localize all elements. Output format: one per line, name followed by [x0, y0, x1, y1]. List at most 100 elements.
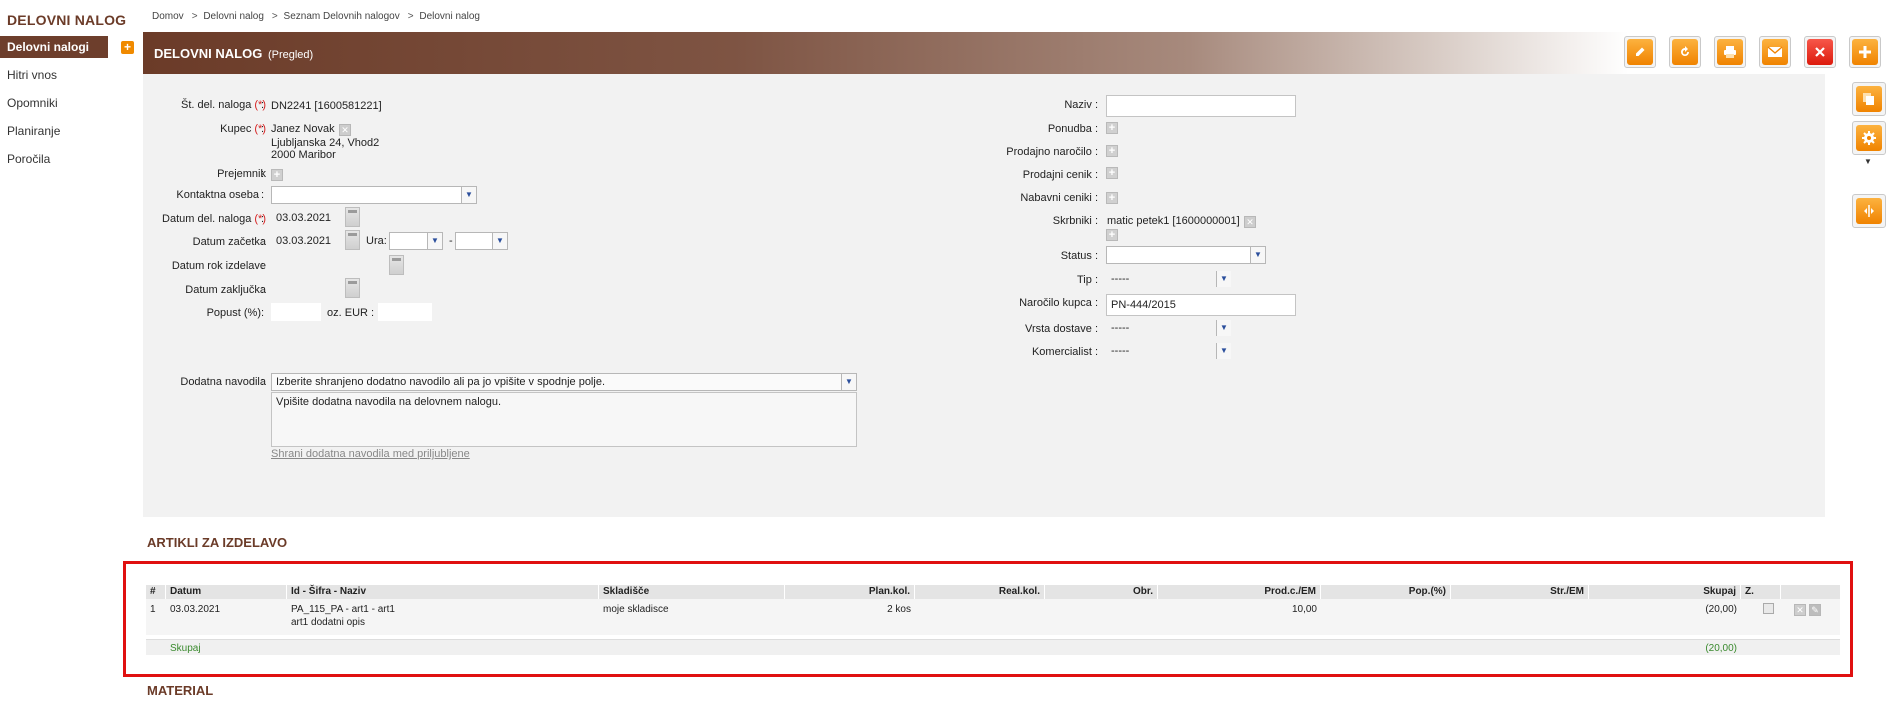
popust-input[interactable]	[271, 303, 321, 321]
refresh-icon	[1672, 39, 1698, 65]
col-header-skupaj[interactable]: Skupaj	[1589, 585, 1741, 599]
navodila-textarea[interactable]: Vpišite dodatna navodila na delovnem nal…	[271, 392, 857, 447]
navodila-select[interactable]: Izberite shranjeno dodatno navodilo ali …	[271, 373, 857, 391]
zakljucek-input[interactable]	[271, 280, 345, 298]
naziv-input[interactable]	[1106, 95, 1296, 117]
komercialist-label: Komercialist :	[1031, 346, 1098, 358]
ura-from-select[interactable]: ▼	[389, 232, 443, 250]
copy-button[interactable]	[1852, 82, 1886, 116]
dostava-label: Vrsta dostave :	[1025, 323, 1098, 335]
sidebar-item-hitri-vnos[interactable]: Hitri vnos	[0, 64, 108, 86]
add-nabavni-icon[interactable]: +	[1106, 192, 1118, 204]
add-skrbnik-icon[interactable]: +	[1106, 229, 1118, 241]
close-button[interactable]	[1804, 36, 1836, 68]
col-header-plan-kol[interactable]: Plan.kol.	[785, 585, 915, 599]
remove-skrbnik-icon[interactable]: ✕	[1244, 216, 1256, 228]
add-prejemnik-icon[interactable]: +	[271, 169, 283, 181]
add-prodajno-icon[interactable]: +	[1106, 145, 1118, 157]
datum-colon: :	[261, 213, 265, 225]
kontaktna-select[interactable]: ▼	[271, 186, 477, 204]
close-icon	[1807, 39, 1833, 65]
zacetek-colon: :	[261, 236, 265, 248]
col-header-naziv[interactable]: Id - Šifra - Naziv	[287, 585, 599, 599]
status-select[interactable]: ▼	[1106, 246, 1266, 264]
prodajni-cenik-label: Prodajni cenik :	[1022, 169, 1098, 181]
save-favorites-link[interactable]: Shrani dodatna navodila med priljubljene	[271, 448, 470, 460]
calendar-icon[interactable]	[345, 207, 360, 227]
split-icon	[1856, 198, 1882, 224]
edit-icon	[1627, 39, 1653, 65]
add-button[interactable]	[1849, 36, 1881, 68]
refresh-button[interactable]	[1669, 36, 1701, 68]
sidebar-item-planiranje[interactable]: Planiranje	[0, 120, 108, 142]
material-section-title: MATERIAL	[147, 683, 214, 698]
sidebar-item-porocila[interactable]: Poročila	[0, 148, 108, 170]
col-header-datum[interactable]: Datum	[166, 585, 287, 599]
col-header-prod-c[interactable]: Prod.c./EM	[1158, 585, 1321, 599]
dostava-select[interactable]: ----- ▼	[1106, 319, 1232, 337]
prejemnik-label: Prejemnik	[217, 168, 266, 180]
oz-input[interactable]	[378, 303, 432, 321]
row-datum: 03.03.2021	[170, 604, 221, 615]
settings-button[interactable]	[1852, 121, 1886, 155]
print-icon	[1717, 39, 1743, 65]
col-header-num[interactable]: #	[146, 585, 166, 599]
total-label: Skupaj	[170, 643, 201, 654]
delete-row-icon[interactable]: ✕	[1794, 604, 1806, 616]
chevron-down-icon: ▼	[1216, 343, 1231, 359]
calendar-icon[interactable]	[389, 255, 404, 275]
col-header-skladisce[interactable]: Skladišče	[599, 585, 785, 599]
page-title: DELOVNI NALOG (Pregled)	[154, 46, 314, 61]
zacetek-input[interactable]	[271, 232, 345, 250]
breadcrumb-item[interactable]: Seznam Delovnih nalogov	[284, 11, 400, 22]
col-header-pop[interactable]: Pop.(%)	[1321, 585, 1451, 599]
row-z-checkbox[interactable]	[1763, 603, 1774, 614]
oz-label: oz. EUR :	[327, 307, 375, 319]
breadcrumb-item[interactable]: Delovni nalog	[203, 11, 264, 22]
chevron-down-icon: ▼	[1216, 320, 1231, 336]
zacetek-label: Datum začetka	[192, 236, 266, 248]
calendar-icon[interactable]	[345, 278, 360, 298]
komercialist-select[interactable]: ----- ▼	[1106, 342, 1232, 360]
sidebar-title: DELOVNI NALOG	[7, 12, 127, 28]
row-naziv: PA_115_PA - art1 - art1	[291, 604, 395, 615]
tip-select[interactable]: ----- ▼	[1106, 270, 1232, 288]
col-header-str[interactable]: Str./EM	[1451, 585, 1589, 599]
rok-label: Datum rok izdelave	[171, 260, 266, 272]
remove-kupec-icon[interactable]: ✕	[339, 124, 351, 136]
add-ponudba-icon[interactable]: +	[1106, 122, 1118, 134]
col-header-real-kol[interactable]: Real.kol.	[915, 585, 1045, 599]
copy-icon	[1856, 86, 1882, 112]
kontaktna-label: Kontaktna oseba	[176, 189, 259, 201]
print-button[interactable]	[1714, 36, 1746, 68]
chevron-down-icon: ▼	[841, 374, 856, 390]
rok-input[interactable]	[271, 257, 389, 275]
edit-row-icon[interactable]: ✎	[1809, 604, 1821, 616]
calendar-icon[interactable]	[345, 230, 360, 250]
total-value: (20,00)	[1705, 643, 1737, 654]
email-button[interactable]	[1759, 36, 1791, 68]
breadcrumb-item[interactable]: Domov	[152, 11, 184, 22]
settings-dropdown-icon[interactable]: ▼	[1864, 157, 1872, 166]
kupec-colon: :	[261, 123, 265, 135]
sidebar-item-opomniki[interactable]: Opomniki	[0, 92, 108, 114]
table-row[interactable]	[146, 599, 1840, 635]
ura-to-select[interactable]: ▼	[455, 232, 508, 250]
row-plan-kol: 2 kos	[887, 604, 911, 615]
email-icon	[1762, 39, 1788, 65]
datum-label: Datum del. naloga (*)	[162, 213, 266, 225]
split-button[interactable]	[1852, 194, 1886, 228]
zakljucek-label: Datum zaključka	[185, 284, 266, 296]
add-prodajni-cenik-icon[interactable]: +	[1106, 167, 1118, 179]
edit-button[interactable]	[1624, 36, 1656, 68]
col-header-z[interactable]: Z.	[1741, 585, 1781, 599]
add-nalog-icon[interactable]: +	[121, 41, 134, 54]
col-header-obr[interactable]: Obr.	[1045, 585, 1158, 599]
st-label: Št. del. naloga (*)	[180, 99, 266, 111]
narocilo-input[interactable]	[1106, 294, 1296, 316]
sidebar-item-delovni-nalogi[interactable]: Delovni nalogi	[0, 36, 108, 58]
row-prod-c: 10,00	[1291, 604, 1317, 615]
prodajno-label: Prodajno naročilo :	[1006, 146, 1098, 158]
datum-input[interactable]	[271, 209, 345, 227]
kupec-address-line2: 2000 Maribor	[271, 149, 336, 161]
